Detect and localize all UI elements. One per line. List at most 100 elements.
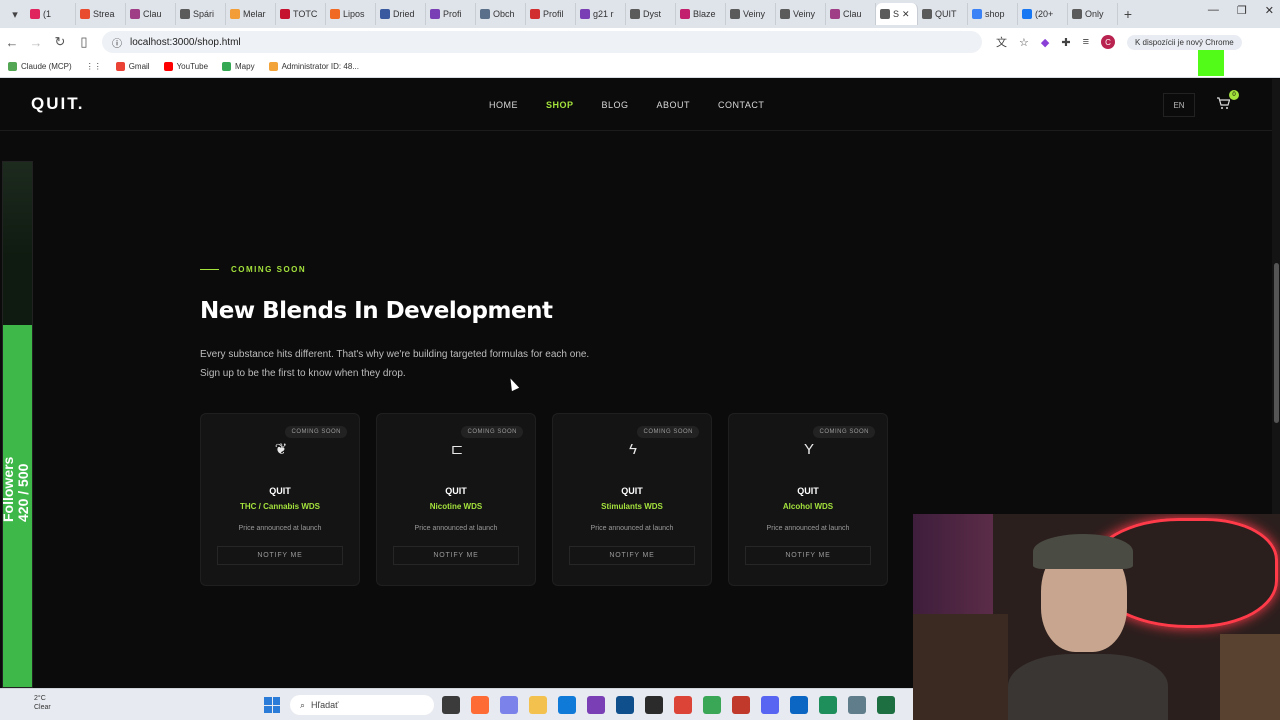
- close-tab-icon[interactable]: ✕: [902, 9, 910, 20]
- taskbar-app-icon[interactable]: [616, 696, 634, 714]
- site-logo[interactable]: QUIT.: [31, 94, 84, 114]
- windows-start-icon[interactable]: [264, 697, 280, 713]
- tab-label: Clau: [143, 9, 162, 19]
- taskbar-app-icon[interactable]: [587, 696, 605, 714]
- bookmark-label: Administrator ID: 48...: [281, 62, 359, 71]
- extension-icon[interactable]: ◆: [1041, 36, 1049, 49]
- browser-tab[interactable]: Melar: [226, 3, 276, 25]
- back-icon[interactable]: ←: [0, 35, 24, 50]
- taskbar-app-icon[interactable]: [558, 696, 576, 714]
- browser-tab[interactable]: Lipos: [326, 3, 376, 25]
- browser-tab[interactable]: Spári: [176, 3, 226, 25]
- tab-search-list-icon[interactable]: ≡: [1083, 36, 1089, 48]
- close-window-icon[interactable]: ✕: [1265, 4, 1274, 17]
- browser-tab[interactable]: Veiny: [726, 3, 776, 25]
- bookmark-star-icon[interactable]: ☆: [1019, 36, 1029, 49]
- nav-link-home[interactable]: HOME: [489, 100, 518, 110]
- tab-favicon-icon: [130, 9, 140, 19]
- forward-icon[interactable]: →: [24, 35, 48, 50]
- notify-me-button[interactable]: NOTIFY ME: [569, 546, 695, 565]
- bookmark-item[interactable]: Administrator ID: 48...: [268, 62, 359, 71]
- bookmark-item[interactable]: YouTube: [163, 62, 208, 71]
- tab-favicon-icon: [1022, 9, 1032, 19]
- browser-tab[interactable]: TOTC: [276, 3, 326, 25]
- taskbar-app-icon[interactable]: [732, 696, 750, 714]
- browser-tab[interactable]: Only: [1068, 3, 1118, 25]
- browser-tab[interactable]: Strea: [76, 3, 126, 25]
- bookmark-item[interactable]: Claude (MCP): [8, 62, 72, 71]
- reload-icon[interactable]: ↻: [48, 34, 72, 50]
- browser-tab[interactable]: Veiny: [776, 3, 826, 25]
- tab-label: Veiny: [743, 9, 766, 19]
- taskbar-app-icon[interactable]: [645, 696, 663, 714]
- tab-label: Dyst: [643, 9, 661, 19]
- nav-link-contact[interactable]: CONTACT: [718, 100, 764, 110]
- browser-tab[interactable]: Clau: [826, 3, 876, 25]
- taskbar-app-icon[interactable]: [471, 696, 489, 714]
- extensions-puzzle-icon[interactable]: ✚: [1061, 36, 1070, 49]
- webcam-shelf: [913, 614, 1008, 720]
- taskbar-search[interactable]: ⌕ Hľadať: [290, 695, 434, 715]
- tab-search-icon[interactable]: ▾: [4, 3, 26, 25]
- tab-favicon-icon: [680, 9, 690, 19]
- minimize-icon[interactable]: —: [1208, 4, 1219, 17]
- weather-widget[interactable]: 2°C Clear: [34, 694, 51, 712]
- taskbar-app-icon[interactable]: [500, 696, 518, 714]
- notify-me-button[interactable]: NOTIFY ME: [217, 546, 343, 565]
- side-panel-icon[interactable]: ▯: [72, 34, 96, 50]
- product-cards: COMING SOON ❦ QUIT THC / Cannabis WDS Price …: [200, 413, 888, 586]
- browser-tab[interactable]: Blaze: [676, 3, 726, 25]
- scrollbar-thumb[interactable]: [1274, 263, 1279, 423]
- cart-count-badge: 0: [1229, 90, 1239, 100]
- product-price: Price announced at launch: [766, 525, 850, 532]
- new-tab-button[interactable]: +: [1118, 6, 1138, 22]
- tab-label: (20+: [1035, 9, 1054, 19]
- window-controls: — ❐ ✕: [1208, 4, 1274, 17]
- restore-icon[interactable]: ❐: [1237, 4, 1247, 17]
- browser-tab[interactable]: shop: [968, 3, 1018, 25]
- tab-label: Melar: [243, 9, 266, 19]
- bookmark-item[interactable]: Gmail: [115, 62, 150, 71]
- browser-tab[interactable]: (20+: [1018, 3, 1068, 25]
- tab-label: Strea: [93, 9, 115, 19]
- translate-icon[interactable]: 文: [996, 34, 1007, 50]
- browser-tab[interactable]: (1: [26, 3, 76, 25]
- product-brand: QUIT: [797, 486, 819, 496]
- taskbar-app-icon[interactable]: [703, 696, 721, 714]
- tab-favicon-icon: [1072, 9, 1082, 19]
- taskbar-app-icon[interactable]: [848, 696, 866, 714]
- bookmark-label: Mapy: [235, 62, 255, 71]
- taskbar-app-icon[interactable]: [790, 696, 808, 714]
- browser-tab[interactable]: g21 r: [576, 3, 626, 25]
- browser-tab[interactable]: S ✕: [876, 3, 918, 25]
- product-card: COMING SOON ⊏ QUIT Nicotine WDS Price announ…: [376, 413, 536, 586]
- browser-tab[interactable]: Dried: [376, 3, 426, 25]
- taskbar-app-icon[interactable]: [529, 696, 547, 714]
- notify-me-button[interactable]: NOTIFY ME: [745, 546, 871, 565]
- taskbar-app-icon[interactable]: [819, 696, 837, 714]
- url-field[interactable]: ⓘ localhost:3000/shop.html: [102, 31, 982, 53]
- browser-tab[interactable]: Profil: [526, 3, 576, 25]
- site-info-icon[interactable]: ⓘ: [112, 35, 122, 50]
- browser-tab[interactable]: Profi: [426, 3, 476, 25]
- taskbar-app-icon[interactable]: [877, 696, 895, 714]
- webcam-person-cap: [1033, 534, 1133, 569]
- browser-tab[interactable]: Dyst: [626, 3, 676, 25]
- bookmark-favicon-icon: [268, 62, 278, 71]
- notify-me-button[interactable]: NOTIFY ME: [393, 546, 519, 565]
- language-switcher[interactable]: EN: [1163, 93, 1195, 117]
- browser-tab[interactable]: Obch: [476, 3, 526, 25]
- taskbar-app-icon[interactable]: [674, 696, 692, 714]
- apps-grid-icon[interactable]: ⋮⋮: [86, 62, 102, 71]
- profile-avatar[interactable]: C: [1100, 35, 1115, 49]
- nav-link-about[interactable]: ABOUT: [657, 100, 691, 110]
- bookmark-item[interactable]: Mapy: [222, 62, 255, 71]
- taskbar-app-icon[interactable]: [442, 696, 460, 714]
- browser-tab[interactable]: QUIT: [918, 3, 968, 25]
- nav-link-shop[interactable]: SHOP: [546, 100, 574, 110]
- tab-favicon-icon: [880, 9, 890, 19]
- nav-link-blog[interactable]: BLOG: [602, 100, 629, 110]
- browser-tab[interactable]: Clau: [126, 3, 176, 25]
- taskbar-app-icon[interactable]: [761, 696, 779, 714]
- bookmark-favicon-icon: [222, 62, 232, 71]
